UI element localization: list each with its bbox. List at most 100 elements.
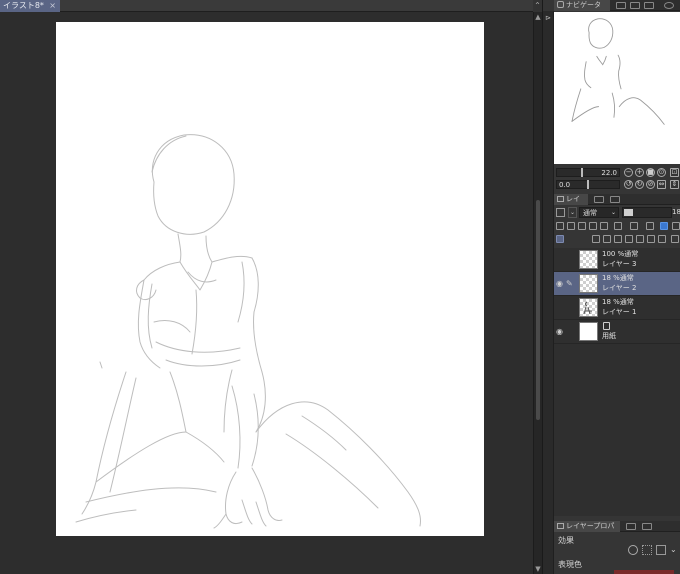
- right-panel-dock: ⊳ ナビゲーター: [542, 0, 680, 574]
- layer-name: レイヤー 3: [602, 260, 637, 268]
- rotate-slider[interactable]: 0.0: [556, 180, 620, 189]
- flip-vertical-icon[interactable]: ⇕: [670, 180, 679, 189]
- collapse-arrow-icon[interactable]: ⊳: [545, 15, 552, 22]
- flip-horizontal-icon[interactable]: ⇔: [657, 180, 666, 189]
- panel-collapse-strip[interactable]: ⊳: [543, 11, 554, 574]
- more-icon[interactable]: [672, 222, 680, 230]
- zoom-out-icon[interactable]: −: [624, 168, 633, 177]
- layer-info: 18 %通常: [602, 274, 634, 282]
- canvas-vertical-scrollbar[interactable]: ▲ ▼: [533, 12, 542, 574]
- layer-row-2[interactable]: ◉ ✎ 18 %通常 レイヤー 2: [554, 272, 680, 296]
- delete-layer-icon[interactable]: [671, 235, 679, 243]
- app-window: イラスト8* × ⌃ ▲ ▼ ⊳ ナビゲータ 22.0 − + ■ ⊙ ⊡ 0.…: [0, 0, 680, 574]
- zoom-in-icon[interactable]: +: [635, 168, 644, 177]
- tab-layer-property[interactable]: レイヤープロパティ: [554, 521, 620, 541]
- scroll-up-icon[interactable]: ▲: [534, 12, 542, 22]
- fit-to-view-icon[interactable]: ⊙: [657, 168, 666, 177]
- expression-color-label: 表現色: [558, 560, 582, 569]
- rotate-value: 0.0: [559, 181, 571, 189]
- chevron-down-icon[interactable]: ⌄: [670, 545, 677, 554]
- lock-layer-icon[interactable]: [589, 222, 597, 230]
- close-tab-icon[interactable]: ×: [49, 0, 56, 12]
- layer-color-effect-icon[interactable]: [656, 545, 666, 555]
- create-mask-icon[interactable]: [647, 235, 655, 243]
- ruler-icon[interactable]: [630, 222, 638, 230]
- border-effect-icon[interactable]: [628, 545, 638, 555]
- lock-transparency-icon[interactable]: [600, 222, 608, 230]
- auto-action-tab-icon[interactable]: [642, 523, 652, 530]
- apply-mask-icon[interactable]: [658, 235, 666, 243]
- clip-layer-icon[interactable]: [556, 222, 564, 230]
- document-tab-bar: イラスト8* ×: [0, 0, 542, 12]
- paper-layer-icon: [603, 322, 610, 330]
- layer-info: 100 %通常: [602, 250, 639, 258]
- subview-tab-icon[interactable]: [616, 2, 626, 9]
- paper-thumbnail: [579, 322, 598, 341]
- layer-list-view-icon[interactable]: [556, 235, 564, 243]
- layer-row-1[interactable]: 18 %通常 レイヤー 1: [554, 296, 680, 320]
- navigator-icon: [557, 1, 564, 8]
- mask-icon[interactable]: [614, 222, 622, 230]
- palette-icon[interactable]: [646, 222, 654, 230]
- layer-name: 用紙: [602, 332, 616, 340]
- expression-color-swatch[interactable]: [614, 570, 674, 574]
- panel-menu-icon[interactable]: [664, 2, 674, 9]
- layer-color-icon[interactable]: [660, 222, 668, 230]
- effect-label: 効果: [558, 536, 574, 545]
- sketch-drawing: [75, 134, 421, 529]
- layer-property-tab-bar: レイヤープロパティ: [554, 521, 680, 541]
- layer-property-icon: [557, 523, 564, 529]
- navigator-preview[interactable]: [554, 12, 680, 164]
- eye-icon[interactable]: ◉: [556, 280, 564, 288]
- canvas-area[interactable]: [0, 12, 533, 574]
- canvas-paper[interactable]: [56, 22, 484, 536]
- zoom-slider[interactable]: 22.0: [556, 168, 620, 177]
- reset-rotation-icon[interactable]: ⊘: [646, 180, 655, 189]
- copy-layer-icon[interactable]: [625, 235, 633, 243]
- layer-row-paper[interactable]: ◉ 用紙: [554, 320, 680, 344]
- navigator-controls: 22.0 − + ■ ⊙ ⊡ 0.0 ↺ ↻ ⊘ ⇔ ⇕: [554, 166, 680, 192]
- layer-tab-icon: [557, 196, 564, 202]
- opacity-slider-fill: [624, 209, 633, 216]
- blend-mode-select[interactable]: 通常 ⌄: [579, 207, 619, 218]
- layer-thumbnail-sketch: [583, 301, 592, 315]
- navigator-thumbnail: [571, 18, 665, 125]
- scroll-down-icon[interactable]: ▼: [534, 564, 542, 574]
- new-folder-icon[interactable]: [614, 235, 622, 243]
- tab-navigator[interactable]: ナビゲーター: [554, 0, 610, 20]
- rotate-left-icon[interactable]: ↺: [624, 180, 633, 189]
- tab-layer[interactable]: レイヤー: [554, 194, 588, 214]
- opacity-slider[interactable]: [622, 207, 672, 218]
- blend-mode-value: 通常: [583, 209, 597, 217]
- eye-icon[interactable]: ◉: [556, 328, 564, 336]
- actual-size-icon[interactable]: ■: [646, 168, 655, 177]
- merge-down-icon[interactable]: [636, 235, 644, 243]
- new-vector-layer-icon[interactable]: [603, 235, 611, 243]
- layer-name: レイヤー 1: [602, 308, 637, 316]
- layer-row-3[interactable]: 100 %通常 レイヤー 3: [554, 248, 680, 272]
- reference-tab-icon[interactable]: [630, 2, 640, 9]
- document-tab[interactable]: イラスト8* ×: [0, 0, 60, 12]
- scrollbar-thumb[interactable]: [536, 200, 540, 420]
- tone-effect-icon[interactable]: [642, 545, 652, 555]
- zoom-value: 22.0: [601, 169, 617, 177]
- navigator-tab-bar: ナビゲーター: [554, 0, 680, 20]
- layer-search-tab-icon[interactable]: [594, 196, 604, 203]
- zoom-slider-knob[interactable]: [581, 168, 583, 177]
- reference-layer-icon[interactable]: [567, 222, 575, 230]
- history-tab-icon[interactable]: [626, 523, 636, 530]
- fit-window-icon[interactable]: ⊡: [670, 168, 679, 177]
- blend-dropdown-icon[interactable]: ⌄: [568, 207, 577, 218]
- info-tab-icon[interactable]: [644, 2, 654, 9]
- pen-icon: ✎: [566, 279, 573, 288]
- rotate-slider-knob[interactable]: [587, 180, 589, 189]
- layer-color-swatch[interactable]: [556, 208, 565, 217]
- collapse-chevron-icon[interactable]: ⌃: [533, 0, 542, 12]
- chevron-down-icon: ⌄: [610, 209, 616, 216]
- layer-toolbar: ⌄ 通常 ⌄ 18: [554, 205, 680, 247]
- rotate-right-icon[interactable]: ↻: [635, 180, 644, 189]
- layer-thumbnail: [579, 274, 598, 293]
- draft-layer-icon[interactable]: [578, 222, 586, 230]
- animation-tab-icon[interactable]: [610, 196, 620, 203]
- new-raster-layer-icon[interactable]: [592, 235, 600, 243]
